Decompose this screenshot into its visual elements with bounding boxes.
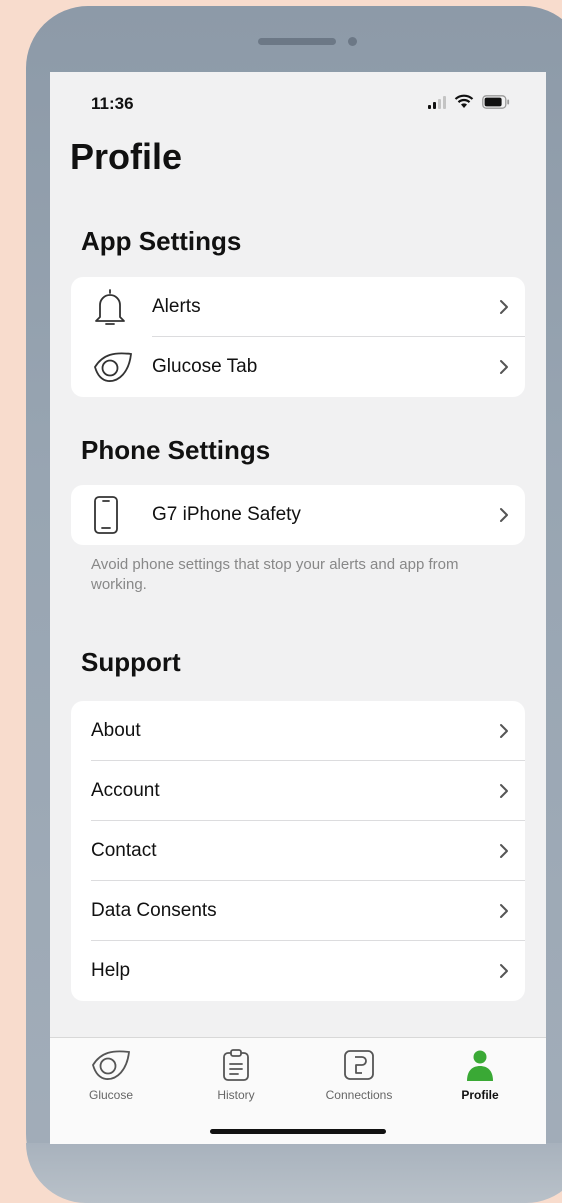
g7-iphone-safety-row[interactable]: G7 iPhone Safety [71,485,525,545]
page-title: Profile [70,136,183,177]
help-row[interactable]: Help [71,941,525,1001]
phone-camera [348,37,357,46]
app-settings-card: Alerts Glucose Tab [71,277,525,397]
bell-icon [95,289,125,325]
connections-icon [344,1050,374,1080]
contact-row[interactable]: Contact [71,821,525,881]
wifi-icon [454,94,474,114]
tab-glucose-label: Glucose [88,1088,134,1102]
account-row[interactable]: Account [71,761,525,821]
phone-settings-note: Avoid phone settings that stop your aler… [91,556,459,593]
phone-frame-bottom [26,1143,562,1203]
app-settings-title: App Settings [81,226,242,256]
glucose-tab-label: Glucose Tab [152,356,258,377]
glucose-tab-row[interactable]: Glucose Tab [71,337,525,397]
status-time: 11:36 [91,94,134,113]
chevron-right-icon [499,337,509,397]
support-title: Support [81,647,181,677]
tab-profile[interactable]: Profile [430,1048,530,1112]
phone-icon [94,496,118,534]
chevron-right-icon [499,881,509,941]
tab-connections-label: Connections [325,1088,393,1102]
tab-glucose[interactable]: Glucose [61,1048,161,1112]
support-card: About Account Contact Data Consents Help [71,701,525,1001]
g7-iphone-safety-label: G7 iPhone Safety [152,504,301,525]
glucose-eye-icon [92,1050,130,1080]
alerts-row[interactable]: Alerts [71,277,525,337]
help-label: Help [91,960,131,981]
data-consents-row[interactable]: Data Consents [71,881,525,941]
signal-icon [428,95,448,114]
about-label: About [91,720,141,741]
about-row[interactable]: About [71,701,525,761]
phone-settings-card: G7 iPhone Safety [71,485,525,545]
alerts-label: Alerts [152,296,201,317]
app-screen: 11:36 Profile App Settings Alerts Glucos… [50,72,546,1144]
battery-icon [482,95,510,114]
account-label: Account [91,780,160,801]
tab-profile-label: Profile [461,1088,499,1102]
chevron-right-icon [499,821,509,881]
data-consents-label: Data Consents [91,900,217,921]
clipboard-icon [223,1049,249,1081]
phone-settings-title: Phone Settings [81,435,271,465]
contact-label: Contact [91,840,157,861]
chevron-right-icon [499,761,509,821]
tab-bar: Glucose History Connections Profile [50,1037,546,1144]
tab-connections[interactable]: Connections [309,1048,409,1112]
glucose-eye-icon [94,352,132,382]
home-indicator[interactable] [210,1129,386,1134]
tab-history[interactable]: History [186,1048,286,1112]
chevron-right-icon [499,941,509,1001]
chevron-right-icon [499,701,509,761]
chevron-right-icon [499,277,509,337]
phone-speaker [258,38,336,45]
tab-history-label: History [217,1088,255,1102]
person-icon [467,1050,493,1081]
chevron-right-icon [499,485,509,545]
